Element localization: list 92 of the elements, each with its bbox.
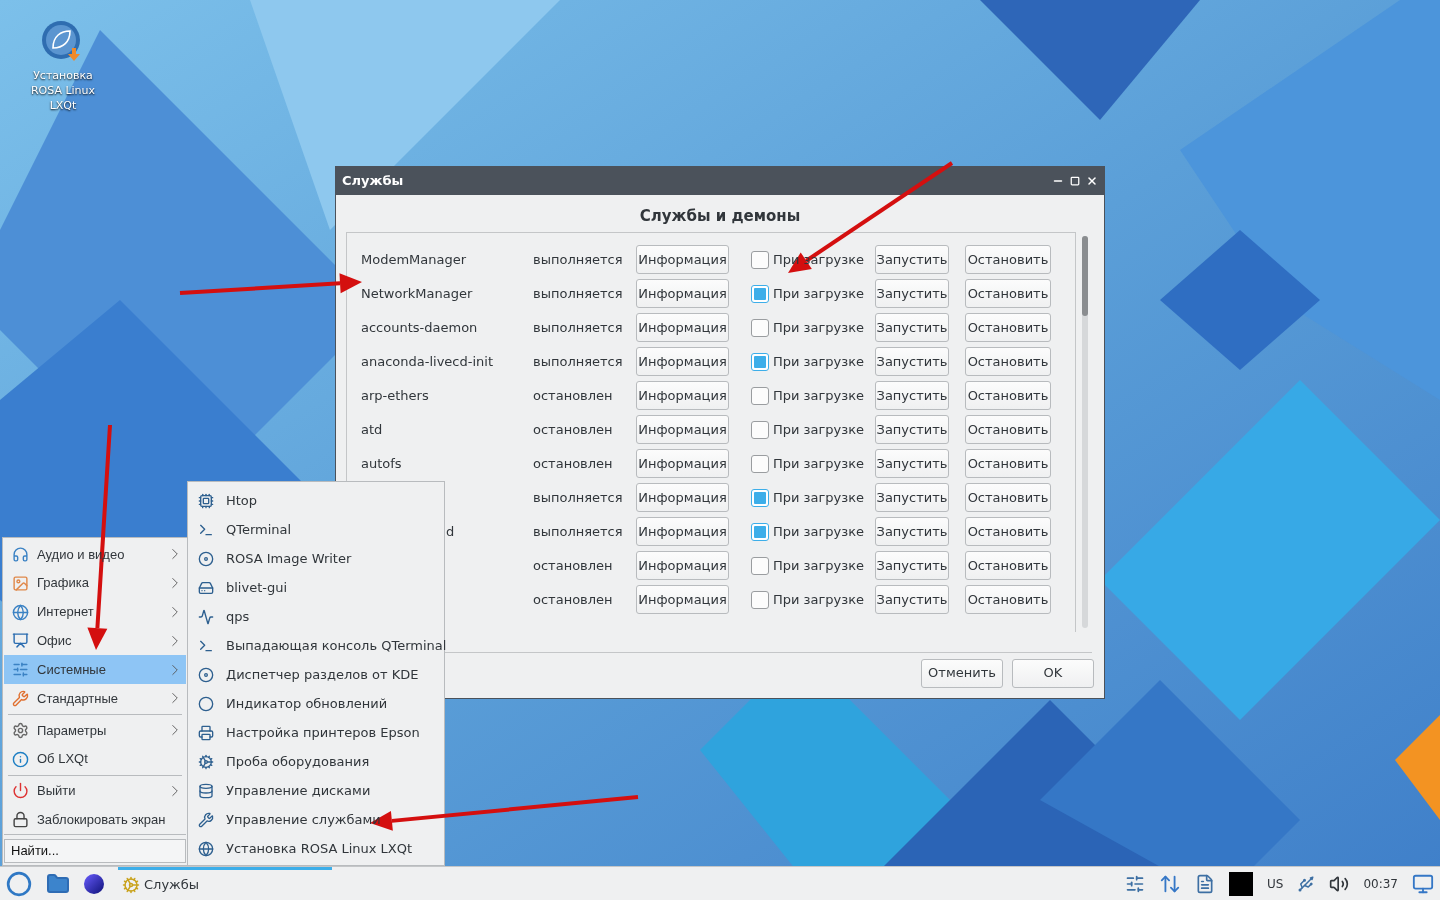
service-status: выполняется: [533, 285, 623, 301]
autostart-label: При загрузке: [773, 488, 865, 507]
start-button[interactable]: Запустить: [875, 313, 949, 342]
info-button[interactable]: Информация: [636, 585, 729, 614]
autostart-label: При загрузке: [773, 318, 865, 337]
clock[interactable]: 00:37: [1363, 874, 1398, 893]
submenu-item[interactable]: Установка ROSA Linux LXQt: [188, 834, 444, 863]
service-status: остановлен: [533, 591, 613, 607]
submenu-item[interactable]: Htop: [188, 486, 444, 515]
service-name: atd: [361, 421, 383, 437]
autostart-label: При загрузке: [773, 284, 865, 303]
submenu-item[interactable]: Управление службами: [188, 805, 444, 834]
autostart-label: При загрузке: [773, 386, 865, 405]
window-title: Службы: [342, 172, 404, 191]
menu-item[interactable]: Интернет: [4, 597, 186, 627]
info-button[interactable]: Информация: [636, 483, 729, 512]
menu-item[interactable]: Заблокировать экран: [4, 805, 186, 835]
info-button[interactable]: Информация: [636, 313, 729, 342]
menu-item[interactable]: Стандартные: [4, 684, 186, 713]
service-status: остановлен: [533, 387, 613, 403]
stop-button[interactable]: Остановить: [965, 279, 1051, 308]
start-button[interactable]: Запустить: [875, 585, 949, 614]
stop-button[interactable]: Остановить: [965, 347, 1051, 376]
autostart-label: При загрузке: [773, 420, 865, 439]
stop-button[interactable]: Остановить: [965, 381, 1051, 410]
info-button[interactable]: Информация: [636, 381, 729, 410]
service-status: остановлен: [533, 455, 613, 471]
info-button[interactable]: Информация: [636, 347, 729, 376]
service-status: выполняется: [533, 251, 623, 267]
info-button[interactable]: Информация: [636, 551, 729, 580]
submenu-item[interactable]: Индикатор обновлений: [188, 689, 444, 718]
menu-item[interactable]: Системные: [4, 655, 186, 685]
menu-item[interactable]: Об LXQt: [4, 744, 186, 774]
service-status: выполняется: [533, 319, 623, 335]
stop-button[interactable]: Остановить: [965, 245, 1051, 274]
service-name: arp-ethers: [361, 387, 429, 403]
service-status: остановлен: [533, 421, 613, 437]
start-button[interactable]: Запустить: [875, 347, 949, 376]
submenu-item[interactable]: Проба оборудования: [188, 747, 444, 776]
menu-item[interactable]: Параметры: [4, 715, 186, 745]
menu-item[interactable]: Выйти: [4, 776, 186, 806]
autostart-label: При загрузке: [773, 590, 865, 609]
start-button[interactable]: Запустить: [875, 381, 949, 410]
stop-button[interactable]: Остановить: [965, 313, 1051, 342]
search-field[interactable]: Найти...: [4, 839, 186, 863]
cancel-button[interactable]: Отменить: [921, 658, 1003, 688]
autostart-label: При загрузке: [773, 454, 865, 473]
keyboard-layout[interactable]: US: [1267, 874, 1284, 893]
ok-button[interactable]: OK: [1012, 658, 1094, 688]
task-button[interactable]: Службы: [118, 867, 332, 900]
service-status: выполняется: [533, 353, 623, 369]
info-button[interactable]: Информация: [636, 449, 729, 478]
autostart-label: При загрузке: [773, 352, 865, 371]
submenu-item[interactable]: Выпадающая консоль QTerminal: [188, 631, 444, 660]
service-status: выполняется: [533, 489, 623, 505]
info-button[interactable]: Информация: [636, 245, 729, 274]
start-button[interactable]: Запустить: [875, 245, 949, 274]
service-name: accounts-daemon: [361, 319, 478, 335]
submenu-item[interactable]: QTerminal: [188, 515, 444, 544]
submenu-item[interactable]: Настройка принтеров Epson: [188, 718, 444, 747]
autostart-label: При загрузке: [773, 522, 865, 541]
info-button[interactable]: Информация: [636, 517, 729, 546]
service-name: ModemManager: [361, 251, 467, 267]
stop-button[interactable]: Остановить: [965, 551, 1051, 580]
service-status: выполняется: [533, 523, 623, 539]
service-name: anaconda-livecd-init: [361, 353, 493, 369]
stop-button[interactable]: Остановить: [965, 585, 1051, 614]
submenu-item[interactable]: Диспетчер разделов от KDE: [188, 660, 444, 689]
start-button[interactable]: Запустить: [875, 483, 949, 512]
start-button[interactable]: Запустить: [875, 415, 949, 444]
dialog-heading: Службы и демоны: [639, 206, 801, 227]
autostart-label: При загрузке: [773, 556, 865, 575]
menu-item[interactable]: Офис: [4, 626, 186, 656]
start-button[interactable]: Запустить: [875, 551, 949, 580]
service-name: autofs: [361, 455, 402, 471]
submenu-item[interactable]: qps: [188, 602, 444, 631]
stop-button[interactable]: Остановить: [965, 483, 1051, 512]
start-button[interactable]: Запустить: [875, 517, 949, 546]
service-name: d: [446, 523, 455, 539]
stop-button[interactable]: Остановить: [965, 517, 1051, 546]
menu-item[interactable]: Графика: [4, 568, 186, 598]
submenu-item[interactable]: blivet-gui: [188, 573, 444, 602]
service-status: остановлен: [533, 557, 613, 573]
info-button[interactable]: Информация: [636, 279, 729, 308]
submenu-item[interactable]: ROSA Image Writer: [188, 544, 444, 573]
start-button[interactable]: Запустить: [875, 279, 949, 308]
start-button[interactable]: Запустить: [875, 449, 949, 478]
stop-button[interactable]: Остановить: [965, 415, 1051, 444]
info-button[interactable]: Информация: [636, 415, 729, 444]
submenu-item[interactable]: Управление дисками: [188, 776, 444, 805]
service-name: NetworkManager: [361, 285, 473, 301]
stop-button[interactable]: Остановить: [965, 449, 1051, 478]
